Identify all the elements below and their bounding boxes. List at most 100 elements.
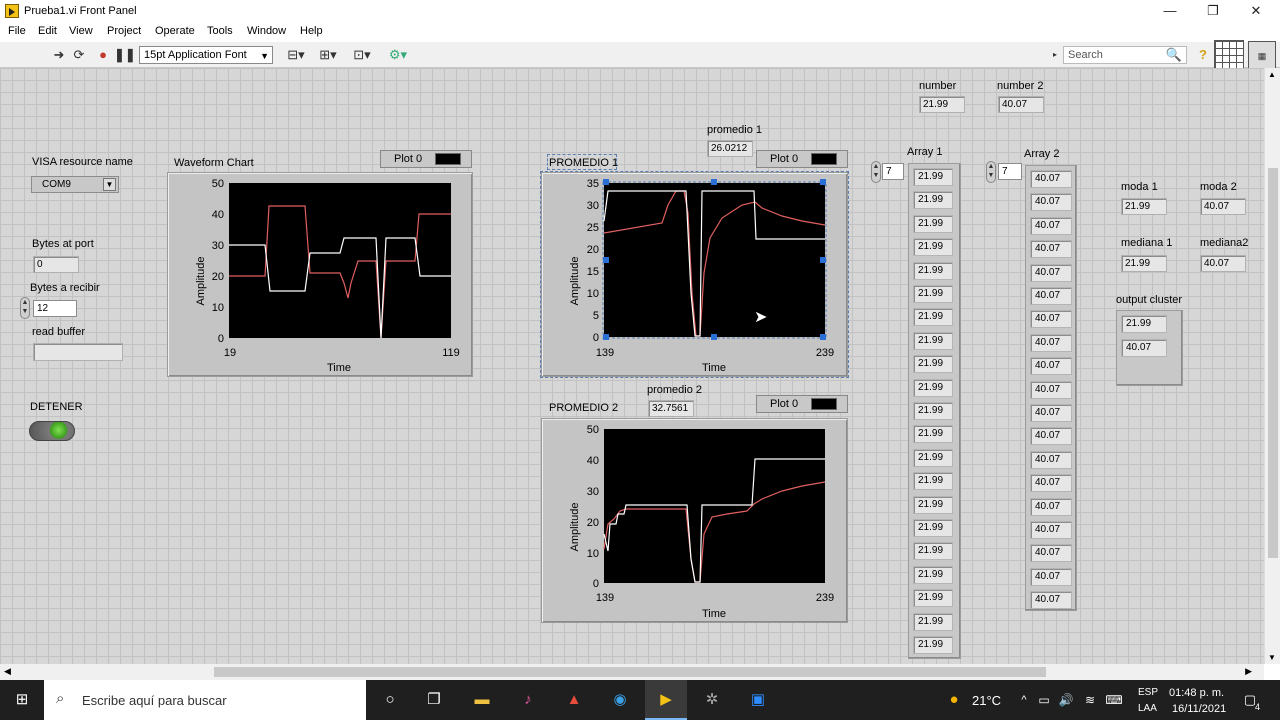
promedio2-chart-svg: Amplitude Time 139 239 50 40 30 20 10 0 xyxy=(569,424,834,620)
chevron-down-icon[interactable]: ▼ xyxy=(103,178,116,191)
array1-element: 21.99 xyxy=(913,308,953,327)
connector-pane-icon[interactable] xyxy=(1214,40,1244,70)
array2-element: 40.07 xyxy=(1030,240,1072,259)
promedio1-indicator: 26.0212 xyxy=(707,140,753,157)
clock-time[interactable]: 01:48 p. m. xyxy=(1169,687,1224,699)
visa-label: VISA resource name xyxy=(32,156,133,168)
windows-start-icon[interactable]: ⊞ xyxy=(12,690,32,710)
run-arrow-icon[interactable]: ➜ xyxy=(50,46,68,64)
title-bar: Prueba1.vi Front Panel — ❐ ✕ xyxy=(0,0,1280,22)
language-line2[interactable]: LAA xyxy=(1138,703,1157,714)
output-cluster-value-1: 21.99 xyxy=(1121,315,1167,333)
vertical-scroll-thumb[interactable] xyxy=(1268,168,1278,558)
close-button[interactable]: ✕ xyxy=(1236,2,1276,20)
run-continuously-icon[interactable]: ⟳ xyxy=(70,46,88,64)
vi-icon[interactable]: ▦ xyxy=(1248,41,1276,69)
scroll-up-icon[interactable]: ▲ xyxy=(1268,70,1276,79)
horizontal-scroll-thumb[interactable] xyxy=(214,667,1046,677)
moda1-label: moda 1 xyxy=(1121,181,1158,193)
maximize-button[interactable]: ❐ xyxy=(1193,2,1233,20)
array2-element: 40.07 xyxy=(1030,263,1072,282)
task-view-icon[interactable]: ❐ xyxy=(424,690,444,710)
mediana1-indicator: 21.99 xyxy=(1121,255,1167,272)
vertical-scrollbar[interactable]: ▲ ▼ xyxy=(1264,68,1280,664)
scroll-left-icon[interactable]: ◀ xyxy=(4,666,11,677)
detener-button[interactable] xyxy=(29,421,75,441)
file-explorer-icon[interactable]: ▬ xyxy=(472,690,492,710)
bytes-at-port-label: Bytes at port xyxy=(32,238,94,250)
array2-index-spinner[interactable]: ▲ ▼ xyxy=(986,161,996,183)
promedio2-label: promedio 2 xyxy=(647,384,703,396)
reorder-icon[interactable]: ⚙▾ xyxy=(386,46,410,64)
array1-element: 21.99 xyxy=(913,402,953,420)
promedio2-legend[interactable]: Plot 0 xyxy=(756,395,848,413)
font-selector[interactable]: 15pt Application Font ▼ xyxy=(139,46,273,64)
array2-element: 40.07 xyxy=(1030,193,1072,212)
front-panel: VISA resource name COM9 ▼ Bytes at port … xyxy=(0,68,1264,664)
promedio1-legend[interactable]: Plot 0 xyxy=(756,150,848,168)
waveform-legend[interactable]: Plot 0 xyxy=(380,150,472,168)
help-icon[interactable]: ? xyxy=(1194,46,1212,64)
clock-date[interactable]: 16/11/2021 xyxy=(1172,703,1226,715)
array2-element: 40.07 xyxy=(1030,216,1072,235)
keyboard-icon[interactable]: ⌨ xyxy=(1104,690,1124,710)
menu-project[interactable]: Project xyxy=(107,25,141,37)
x-max-label: 119 xyxy=(442,347,460,359)
array2-element: 40.07 xyxy=(1030,591,1072,610)
visa-resource-control[interactable]: COM9 ▼ xyxy=(31,176,119,193)
minimize-button[interactable]: — xyxy=(1150,2,1190,20)
waveform-chart[interactable]: Amplitude Time 19 119 50 40 30 20 10 0 xyxy=(167,172,473,377)
distribute-objects-icon[interactable]: ⊞▾ xyxy=(316,46,340,64)
menu-file[interactable]: File xyxy=(8,25,26,37)
temperature: 21°C xyxy=(972,693,1002,708)
zoom-icon[interactable]: ▣ xyxy=(748,690,768,710)
promedio2-chart[interactable]: Amplitude Time 139 239 50 40 30 20 10 0 xyxy=(541,418,848,623)
battery-icon[interactable]: ▭ xyxy=(1034,690,1054,710)
horizontal-scrollbar[interactable]: ◀ ▶ xyxy=(0,664,1264,680)
taskbar-search-box[interactable]: ⌕ Escribe aquí para buscar xyxy=(44,680,366,720)
abort-icon[interactable]: ● xyxy=(94,46,112,64)
array1: 21.99 21.99 21.99 21.99 21.99 21.99 21.99 21.99… xyxy=(908,163,961,659)
pause-icon[interactable]: ❚❚ xyxy=(114,46,136,64)
menu-operate[interactable]: Operate xyxy=(155,25,195,37)
legend-plot-name: Plot 0 xyxy=(770,153,799,165)
array1-index-spinner[interactable]: ▲ ▼ xyxy=(871,161,881,183)
edge-icon[interactable]: ◉ xyxy=(610,690,630,710)
moda2-indicator: 40.07 xyxy=(1200,198,1246,215)
search-icon[interactable]: 🔍 xyxy=(1165,46,1183,64)
array1-element: 21.99 xyxy=(913,214,953,233)
cortana-icon[interactable]: ○ xyxy=(380,690,400,710)
acrobat-icon[interactable]: ▲ xyxy=(564,690,584,710)
menu-edit[interactable]: Edit xyxy=(38,25,57,37)
increment-decrement-icon[interactable]: ▲ ▼ xyxy=(20,297,30,319)
array2-index[interactable]: 7 xyxy=(998,163,1022,180)
labview-taskbar-button[interactable]: ▶ xyxy=(645,680,687,720)
labview-icon xyxy=(5,4,19,18)
array1-element: 21.99 xyxy=(913,472,953,491)
menu-view[interactable]: View xyxy=(69,25,93,37)
align-objects-icon[interactable]: ⊟▾ xyxy=(284,46,308,64)
svg-text:0: 0 xyxy=(593,578,599,590)
volume-icon[interactable]: 🔊 xyxy=(1056,690,1076,710)
bytes-a-recibir-control[interactable]: 12 xyxy=(33,300,77,317)
y-axis-label: Amplitude xyxy=(195,257,207,306)
chevron-up-icon[interactable]: ^ xyxy=(1014,690,1034,710)
notification-count: 4 xyxy=(1255,702,1261,712)
chevron-down-icon: ▼ xyxy=(260,51,269,61)
menu-tools[interactable]: Tools xyxy=(207,25,233,37)
search-expand-icon[interactable]: ▸ xyxy=(1050,46,1060,64)
scroll-right-icon[interactable]: ▶ xyxy=(1245,666,1252,677)
network-icon[interactable]: ≋ xyxy=(1080,690,1100,710)
menu-window[interactable]: Window xyxy=(247,25,286,37)
read-buffer-indicator xyxy=(33,343,123,361)
promedio1-label: promedio 1 xyxy=(707,124,763,136)
array1-index[interactable]: 7 xyxy=(882,163,904,180)
svg-text:10: 10 xyxy=(212,302,224,314)
scroll-down-icon[interactable]: ▼ xyxy=(1268,653,1276,662)
resize-objects-icon[interactable]: ⊡▾ xyxy=(350,46,374,64)
language-line1[interactable]: ESP xyxy=(1138,687,1158,698)
menu-help[interactable]: Help xyxy=(300,25,323,37)
toolbar: ➜ ⟳ ● ❚❚ 15pt Application Font ▼ ⊟▾ ⊞▾ ⊡▾… xyxy=(0,40,1280,70)
app-icon[interactable]: ♪ xyxy=(518,690,538,710)
app-bug-icon[interactable]: ✲ xyxy=(702,690,722,710)
